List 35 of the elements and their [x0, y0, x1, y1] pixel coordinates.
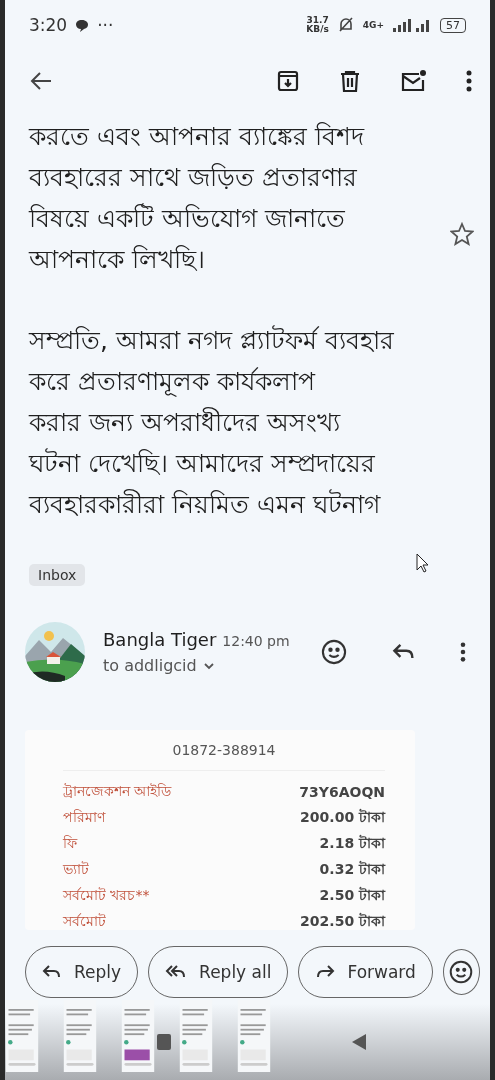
more-notifications: ···: [97, 15, 114, 35]
receipt-value: 2.50 টাকা: [319, 886, 385, 905]
receipt-phone: 01872-388914: [63, 742, 385, 771]
receipt-label: পরিমাণ: [63, 808, 105, 827]
chat-icon: [75, 18, 90, 32]
receipt-label: ফি: [63, 834, 77, 853]
receipt-label: সর্বমোট খরচ**: [63, 886, 150, 905]
receipt-value: 2.18 টাকা: [319, 834, 385, 853]
clock: 3:20: [29, 15, 68, 35]
message-paragraph: সম্প্রতি, আমরা নগদ প্ল্যাটফর্ম ব্যবহার করে প্রতারণামূলক কার্যকলাপ করার জন্য অপরাধীদের অসংখ্য ঘটনা দেখেছি। আমাদের সম্প্রদায়ের ব্যবহারকারীরা নিয়মিত এমন ঘটনাগ: [29, 324, 394, 521]
label-chip[interactable]: Inbox: [29, 564, 86, 586]
receipt-value: 200.00 টাকা: [300, 808, 385, 827]
recipient-details[interactable]: to addligcid: [103, 656, 298, 675]
receipt-value: 202.50 টাকা: [300, 912, 385, 930]
chevron-down-icon: [202, 661, 215, 670]
reply-icon: [42, 964, 62, 980]
smiley-icon: [448, 959, 475, 985]
receipt-label: ট্রানজেকশন আইডি: [63, 782, 172, 801]
muted-bell-icon: [336, 16, 355, 34]
network-type: 4G+: [362, 20, 384, 30]
receipt-value: 73Y6AOQN: [299, 784, 385, 800]
message-paragraph: করতে এবং আপনার ব্যাঙ্কের বিশদ ব্যবহারের সাথে জড়িত প্রতারণার বিষয়ে একটি অভিযোগ জানাতে আপনাকে লিখছি।: [29, 121, 364, 276]
receipt-value: 0.32 টাকা: [319, 860, 385, 879]
sent-time: 12:40 pm: [222, 633, 290, 649]
mouse-cursor-icon: [416, 553, 430, 573]
star-icon[interactable]: [450, 222, 474, 249]
reply-all-icon: [165, 964, 188, 980]
receipt-label: ভ্যাট: [63, 860, 89, 879]
signal-icon: [392, 17, 432, 33]
battery-level: 57: [440, 17, 466, 33]
network-speed: 31.7 KB/s: [306, 16, 329, 34]
sender-name: Bangla Tiger: [103, 629, 217, 650]
receipt-label: সর্বমোট: [63, 912, 106, 930]
back-nav-icon[interactable]: [351, 1033, 367, 1051]
forward-icon: [315, 964, 336, 980]
